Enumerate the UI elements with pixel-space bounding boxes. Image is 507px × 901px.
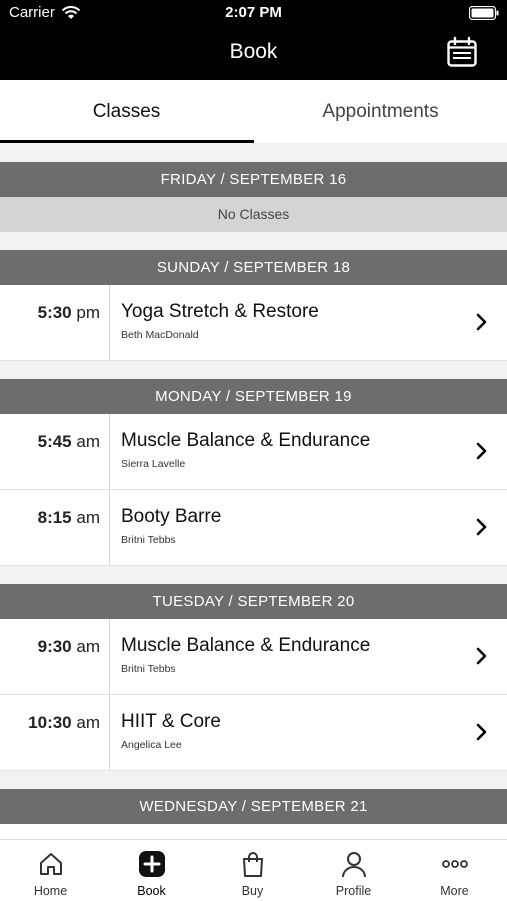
row-divider <box>109 695 110 770</box>
class-instructor: Sierra Lavelle <box>121 458 186 470</box>
class-time: 9:30 am <box>37 637 100 656</box>
class-title: HIIT & Core <box>121 711 221 732</box>
class-schedule-list[interactable]: FRIDAY / SEPTEMBER 16 No Classes SUNDAY … <box>0 143 507 839</box>
status-time: 2:07 PM <box>225 4 282 21</box>
tabbar-item-book[interactable]: Book <box>101 840 202 901</box>
tab-appointments[interactable]: Appointments <box>254 80 507 143</box>
day-header: SUNDAY / SEPTEMBER 18 <box>0 250 507 285</box>
day-header: FRIDAY / SEPTEMBER 16 <box>0 162 507 197</box>
class-row[interactable]: 8:15 am Booty Barre Britni Tebbs <box>0 490 507 566</box>
calendar-icon[interactable] <box>446 36 478 68</box>
shopping-bag-icon <box>242 852 263 877</box>
bottom-tab-bar: Home Book Buy Profile More <box>0 839 507 901</box>
tabbar-label: Home <box>33 884 68 898</box>
book-plus-icon <box>138 851 165 877</box>
status-bar: Carrier 2:07 PM <box>0 0 507 26</box>
class-row[interactable]: 5:30 pm Yoga Stretch & Restore Beth MacD… <box>0 285 507 361</box>
class-row[interactable]: 10:30 am HIIT & Core Angelica Lee <box>0 695 507 771</box>
class-instructor: Angelica Lee <box>121 739 182 751</box>
row-divider <box>109 490 110 565</box>
top-bar: Carrier 2:07 PM Book <box>0 0 507 80</box>
tab-classes[interactable]: Classes <box>0 80 253 143</box>
day-header: MONDAY / SEPTEMBER 19 <box>0 379 507 414</box>
tabbar-item-profile[interactable]: Profile <box>303 840 404 901</box>
chevron-right-icon <box>476 723 487 741</box>
tabbar-item-buy[interactable]: Buy <box>202 840 303 901</box>
class-time: 10:30 am <box>28 713 100 732</box>
class-time: 5:45 am <box>37 432 100 451</box>
row-divider <box>109 285 110 360</box>
tabbar-label: More <box>440 884 469 898</box>
class-time: 5:30 pm <box>37 303 100 322</box>
chevron-right-icon <box>476 647 487 665</box>
tabbar-item-home[interactable]: Home <box>0 840 101 901</box>
battery-icon <box>469 6 499 20</box>
tabbar-label: Buy <box>241 884 264 898</box>
class-title: Booty Barre <box>121 506 222 527</box>
day-header: TUESDAY / SEPTEMBER 20 <box>0 584 507 619</box>
tabbar-label: Book <box>137 884 166 898</box>
chevron-right-icon <box>476 518 487 536</box>
class-title: Muscle Balance & Endurance <box>121 635 371 656</box>
day-header: WEDNESDAY / SEPTEMBER 21 <box>0 789 507 824</box>
profile-icon <box>341 852 366 878</box>
class-row[interactable]: 9:30 am Muscle Balance & Endurance Britn… <box>0 619 507 695</box>
chevron-right-icon <box>476 442 487 460</box>
home-icon <box>39 853 62 875</box>
tabbar-label: Profile <box>335 884 372 898</box>
more-dots-icon <box>441 860 468 868</box>
class-row-partial[interactable] <box>0 824 507 839</box>
class-title: Muscle Balance & Endurance <box>121 430 371 451</box>
page-title: Book <box>229 40 278 63</box>
chevron-right-icon <box>476 313 487 331</box>
class-time: 8:15 am <box>37 508 100 527</box>
class-instructor: Britni Tebbs <box>121 534 176 546</box>
booking-tabs: Classes Appointments <box>0 80 507 143</box>
tabbar-item-more[interactable]: More <box>404 840 505 901</box>
class-title: Yoga Stretch & Restore <box>121 301 319 322</box>
class-instructor: Britni Tebbs <box>121 663 176 675</box>
row-divider <box>109 619 110 694</box>
row-divider <box>109 414 110 489</box>
no-classes-label: No Classes <box>0 197 507 232</box>
class-instructor: Beth MacDonald <box>121 329 199 341</box>
class-row[interactable]: 5:45 am Muscle Balance & Endurance Sierr… <box>0 414 507 490</box>
